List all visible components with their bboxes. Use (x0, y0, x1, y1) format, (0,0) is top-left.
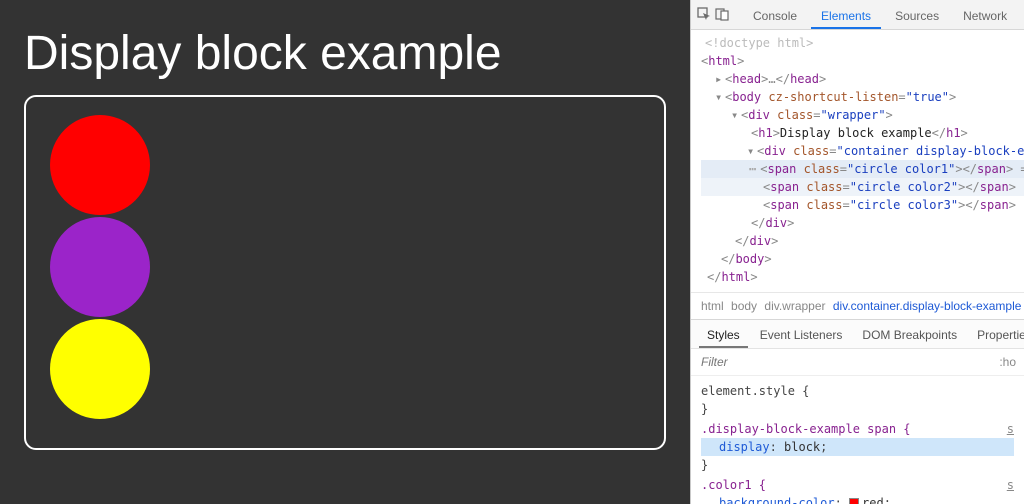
circle-purple (50, 217, 150, 317)
breadcrumb-item[interactable]: div.container.display-block-example (833, 299, 1024, 313)
styles-subtabs: Styles Event Listeners DOM Breakpoints P… (691, 320, 1024, 349)
tab-console[interactable]: Console (743, 3, 807, 29)
rule-element-style[interactable]: element.style { (701, 382, 1014, 400)
rule-display-block-span[interactable]: s .display-block-example span { (701, 420, 1014, 438)
circle-yellow (50, 319, 150, 419)
dom-div-wrapper[interactable]: ▾<div class="wrapper"> (701, 106, 1024, 124)
dom-div-wrapper-close[interactable]: </div> (701, 232, 1024, 250)
rendered-page: Display block example (0, 0, 690, 504)
rule-color1[interactable]: s .color1 { (701, 476, 1014, 494)
source-link[interactable]: s (1007, 420, 1014, 438)
dom-span2[interactable]: <span class="circle color2"></span> (701, 178, 1024, 196)
tab-network[interactable]: Network (953, 3, 1017, 29)
filter-bar: :ho (691, 349, 1024, 376)
devtools-panel: Console Elements Sources Network <!docty… (690, 0, 1024, 504)
hov-toggle[interactable]: :ho (993, 355, 1016, 369)
dom-html-close[interactable]: </html> (701, 268, 1024, 286)
subtab-styles[interactable]: Styles (699, 324, 748, 348)
color-swatch-icon[interactable] (849, 498, 859, 504)
dom-doctype[interactable]: <!doctype html> (701, 34, 1024, 52)
tab-sources[interactable]: Sources (885, 3, 949, 29)
subtab-properties[interactable]: Properties (969, 324, 1024, 348)
subtab-event-listeners[interactable]: Event Listeners (752, 324, 851, 348)
device-toggle-icon[interactable] (715, 7, 729, 24)
source-link[interactable]: s (1007, 476, 1014, 494)
inspect-icon[interactable] (697, 7, 711, 24)
dom-div-container-close[interactable]: </div> (701, 214, 1024, 232)
tab-elements[interactable]: Elements (811, 3, 881, 29)
breadcrumb-item[interactable]: div.wrapper (764, 299, 829, 313)
dom-h1[interactable]: <h1>Display block example</h1> (701, 124, 1024, 142)
display-block-container (24, 95, 666, 450)
page-title: Display block example (24, 26, 666, 81)
subtab-dom-breakpoints[interactable]: DOM Breakpoints (854, 324, 965, 348)
devtools-tabbar: Console Elements Sources Network (691, 0, 1024, 30)
dom-head[interactable]: ▸<head>…</head> (701, 70, 1024, 88)
dom-span1-selected[interactable]: ⋯<span class="circle color1"></span> == … (701, 160, 1024, 178)
breadcrumb-item[interactable]: body (731, 299, 761, 313)
filter-input[interactable] (699, 351, 993, 373)
dom-tree[interactable]: <!doctype html> <html> ▸<head>…</head> ▾… (691, 30, 1024, 292)
dom-body[interactable]: ▾<body cz-shortcut-listen="true"> (701, 88, 1024, 106)
circle-red (50, 115, 150, 215)
breadcrumb-item[interactable]: html (701, 299, 728, 313)
dom-div-container[interactable]: ▾<div class="container display-block-exa… (701, 142, 1024, 160)
dom-body-close[interactable]: </body> (701, 250, 1024, 268)
dom-html-open[interactable]: <html> (701, 52, 1024, 70)
dom-span3[interactable]: <span class="circle color3"></span> (701, 196, 1024, 214)
styles-panel[interactable]: element.style { } s .display-block-examp… (691, 376, 1024, 504)
breadcrumb[interactable]: html body div.wrapper div.container.disp… (691, 292, 1024, 320)
